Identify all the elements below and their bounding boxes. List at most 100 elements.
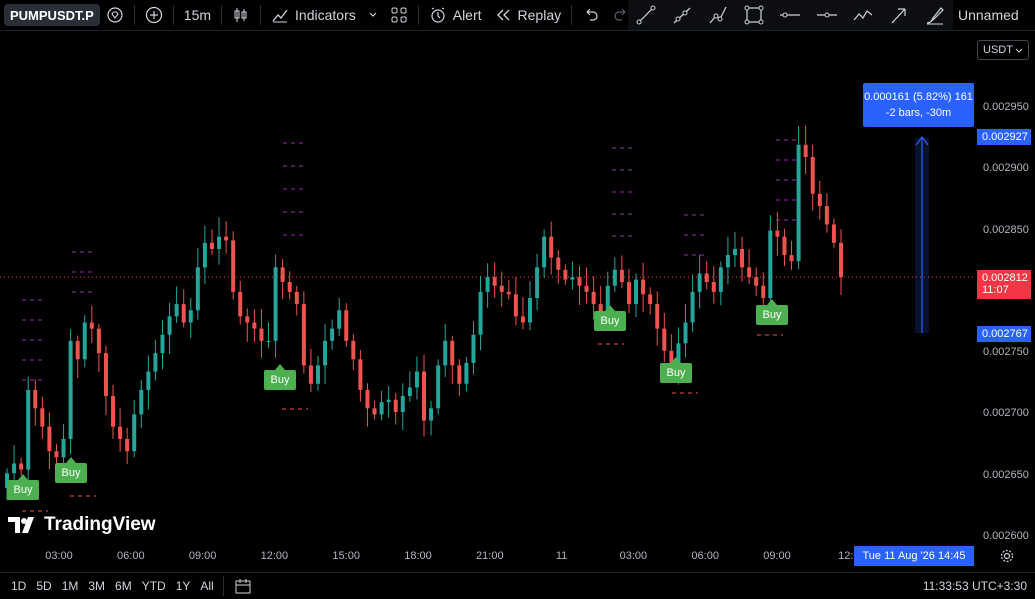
range-6m[interactable]: 6M xyxy=(110,579,137,593)
candle-body xyxy=(252,322,257,329)
horizontal-line-icon[interactable] xyxy=(779,4,801,26)
candle-body xyxy=(782,236,787,256)
candle-body xyxy=(266,340,271,342)
brush-icon[interactable] xyxy=(924,4,946,26)
symbol-search[interactable]: PUMPUSDT.P xyxy=(4,4,100,26)
candle-body xyxy=(817,193,822,207)
price-tick-label: 0.002850 xyxy=(983,223,1029,236)
candle-body xyxy=(188,310,193,323)
candle-body xyxy=(61,438,66,458)
interval-button[interactable]: 15m xyxy=(178,2,217,28)
candle-body xyxy=(195,267,200,311)
crosshair-time-label: Tue 11 Aug '26 14:45 xyxy=(854,546,974,566)
tradingview-logo: TradingView xyxy=(8,514,156,536)
candle-body xyxy=(471,334,476,363)
candle-body xyxy=(379,402,384,415)
range-all[interactable]: All xyxy=(195,579,218,593)
candles-icon[interactable] xyxy=(226,2,256,28)
indicators-label: Indicators xyxy=(295,7,356,23)
candlestick-chart[interactable] xyxy=(0,31,975,543)
currency-selector[interactable]: USDT xyxy=(977,40,1029,60)
candle-body xyxy=(75,340,80,360)
candle-body xyxy=(803,144,808,158)
time-tick-label: 06:00 xyxy=(691,550,719,562)
candle-body xyxy=(231,240,236,292)
candle-body xyxy=(351,340,356,360)
candle-body xyxy=(259,328,264,341)
alert-label: Alert xyxy=(452,7,482,23)
buy-signal: Buy xyxy=(660,357,692,383)
candle-body xyxy=(513,294,518,317)
candle-body xyxy=(725,255,730,268)
ray-icon[interactable] xyxy=(671,4,693,26)
candle-body xyxy=(570,277,575,280)
indicators-button[interactable]: Indicators xyxy=(265,2,362,28)
candle-body xyxy=(372,408,377,415)
candle-body xyxy=(577,277,582,286)
candle-body xyxy=(591,291,596,305)
rectangle-icon[interactable] xyxy=(743,4,765,26)
path-icon[interactable] xyxy=(707,4,729,26)
candle-body xyxy=(450,340,455,366)
layout-name-button[interactable]: Unnamed xyxy=(958,0,1019,30)
candle-body xyxy=(528,297,533,323)
templates-icon[interactable] xyxy=(384,2,414,28)
candle-body xyxy=(245,316,250,323)
candle-body xyxy=(754,277,759,286)
horizontal-ray-icon[interactable] xyxy=(816,4,838,26)
candle-body xyxy=(414,371,419,388)
candle-body xyxy=(839,242,843,278)
plus-circle-icon[interactable] xyxy=(139,2,169,28)
polyline-icon[interactable] xyxy=(852,4,874,26)
candle-body xyxy=(711,282,716,292)
candle-body xyxy=(464,362,469,384)
tradingview-logo-icon xyxy=(8,517,34,533)
candle-body xyxy=(12,463,17,474)
candle-body xyxy=(407,387,412,397)
price-tick-label: 0.002750 xyxy=(983,346,1029,359)
candle-body xyxy=(626,282,631,305)
candle-body xyxy=(690,291,695,323)
candle-body xyxy=(26,389,31,470)
separator xyxy=(260,5,262,25)
gear-icon[interactable] xyxy=(1000,549,1014,563)
replay-button[interactable]: Replay xyxy=(488,2,568,28)
chevron-down-icon[interactable] xyxy=(362,2,384,28)
candle-body xyxy=(202,242,207,268)
range-1y[interactable]: 1Y xyxy=(171,579,196,593)
range-1m[interactable]: 1M xyxy=(57,579,84,593)
candle-body xyxy=(718,267,723,292)
range-1d[interactable]: 1D xyxy=(6,579,31,593)
candle-body xyxy=(330,328,335,341)
trend-line-icon[interactable] xyxy=(635,4,657,26)
time-tick-label: 15:00 xyxy=(332,550,360,562)
diamond-icon[interactable] xyxy=(100,2,130,28)
candle-body xyxy=(54,451,59,458)
time-tick-label: 11 xyxy=(555,550,568,562)
price-tick-label: 0.002700 xyxy=(983,407,1029,420)
bottom-toolbar: 1D 5D 1M 3M 6M YTD 1Y All 11:33:53 UTC+3… xyxy=(0,572,1035,599)
alert-icon xyxy=(431,7,445,23)
separator xyxy=(172,5,174,25)
buy-signal: Buy xyxy=(55,457,87,483)
candle-body xyxy=(492,277,497,286)
time-tick-label: 06:00 xyxy=(117,550,145,562)
candle-body xyxy=(704,273,709,283)
alert-button[interactable]: Alert xyxy=(423,2,488,28)
candle-body xyxy=(273,267,278,341)
time-tick-label: 09:00 xyxy=(763,550,791,562)
range-5d[interactable]: 5D xyxy=(31,579,56,593)
range-3m[interactable]: 3M xyxy=(83,579,110,593)
measure-change: 0.000161 (5.82%) 161 xyxy=(864,91,973,103)
candle-body xyxy=(520,316,525,323)
candle-body xyxy=(393,399,398,412)
undo-icon[interactable] xyxy=(576,2,606,28)
date-range-icon[interactable] xyxy=(234,577,252,595)
arrow-icon[interactable] xyxy=(888,4,910,26)
candle-body xyxy=(612,269,617,286)
candle-body xyxy=(96,328,101,354)
range-ytd[interactable]: YTD xyxy=(137,579,171,593)
candle-body xyxy=(33,389,38,409)
candle-body xyxy=(662,328,667,351)
price-tick-label: 0.002950 xyxy=(983,101,1029,113)
